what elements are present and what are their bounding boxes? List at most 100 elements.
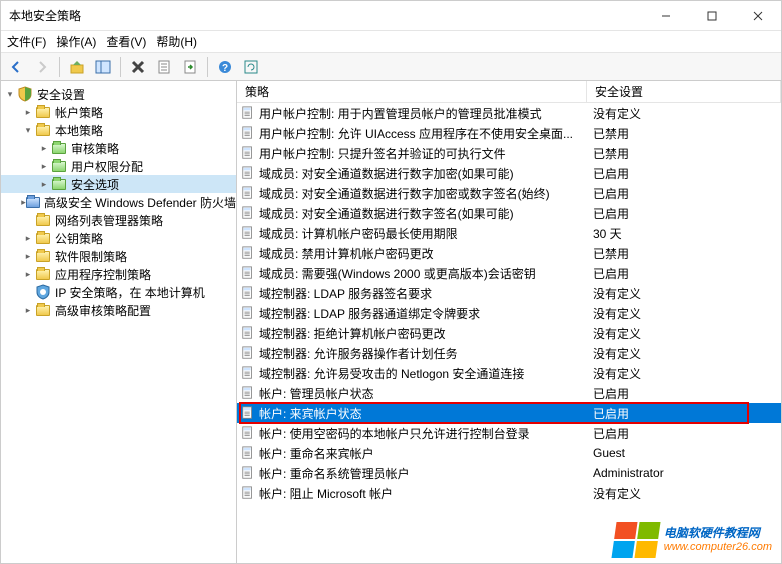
tree-item[interactable]: ▸安全选项 <box>1 175 236 193</box>
tree-item[interactable]: ▸高级审核策略配置 <box>1 301 236 319</box>
svg-text:?: ? <box>222 63 228 74</box>
policy-name: 帐户: 使用空密码的本地帐户只允许进行控制台登录 <box>259 425 530 442</box>
list-row[interactable]: 帐户: 管理员帐户状态 已启用 <box>237 383 781 403</box>
policy-icon <box>241 146 255 160</box>
folder-icon <box>35 104 51 120</box>
policy-icon <box>241 426 255 440</box>
watermark-url: www.computer26.com <box>664 540 772 554</box>
policy-icon <box>241 366 255 380</box>
twisty-icon[interactable]: ▾ <box>21 123 35 137</box>
policy-setting: 没有定义 <box>587 105 781 122</box>
column-policy[interactable]: 策略 <box>237 81 587 102</box>
export-button[interactable] <box>179 56 201 78</box>
tree-item[interactable]: ▸审核策略 <box>1 139 236 157</box>
back-button[interactable] <box>5 56 27 78</box>
watermark: 电脑软硬件教程网 www.computer26.com <box>614 522 772 558</box>
policy-name: 帐户: 管理员帐户状态 <box>259 385 374 402</box>
list-row[interactable]: 帐户: 来宾帐户状态已启用 <box>237 403 781 423</box>
twisty-icon[interactable]: ▸ <box>21 249 35 263</box>
tree-root-label: 安全设置 <box>37 86 85 103</box>
list-row[interactable]: 帐户: 阻止 Microsoft 帐户 没有定义 <box>237 483 781 503</box>
policy-name: 帐户: 阻止 Microsoft 帐户 <box>259 485 393 502</box>
window-title: 本地安全策略 <box>9 7 643 24</box>
minimize-button[interactable] <box>643 1 689 30</box>
list-row[interactable]: 域控制器: 允许服务器操作者计划任务没有定义 <box>237 343 781 363</box>
tree-item[interactable]: ▸应用程序控制策略 <box>1 265 236 283</box>
list-row[interactable]: 用户帐户控制: 允许 UIAccess 应用程序在不使用安全桌面...已禁用 <box>237 123 781 143</box>
tree-root[interactable]: ▾ 安全设置 <box>1 85 236 103</box>
tree-item-label: 软件限制策略 <box>55 248 127 265</box>
policy-setting: 已启用 <box>587 185 781 202</box>
column-setting[interactable]: 安全设置 <box>587 81 781 102</box>
tree-item[interactable]: IP 安全策略，在 本地计算机 <box>1 283 236 301</box>
list-row[interactable]: 帐户: 重命名来宾帐户Guest <box>237 443 781 463</box>
watermark-title: 电脑软硬件教程网 <box>664 526 772 540</box>
shield-icon <box>35 284 51 300</box>
twisty-icon[interactable]: ▸ <box>21 231 35 245</box>
refresh-button[interactable] <box>240 56 262 78</box>
policy-name: 用户帐户控制: 只提升签名并验证的可执行文件 <box>259 145 506 162</box>
show-hide-tree-button[interactable] <box>92 56 114 78</box>
list-row[interactable]: 用户帐户控制: 用于内置管理员帐户的管理员批准模式 没有定义 <box>237 103 781 123</box>
list-row[interactable]: 域控制器: LDAP 服务器签名要求没有定义 <box>237 283 781 303</box>
list-row[interactable]: 域成员: 禁用计算机帐户密码更改已禁用 <box>237 243 781 263</box>
tree-item[interactable]: 网络列表管理器策略 <box>1 211 236 229</box>
policy-setting: Guest <box>587 446 781 460</box>
folder-icon <box>26 194 40 210</box>
policy-name: 用户帐户控制: 用于内置管理员帐户的管理员批准模式 <box>259 105 542 122</box>
delete-button[interactable] <box>127 56 149 78</box>
menu-file[interactable]: 文件(F) <box>7 33 46 50</box>
properties-button[interactable] <box>153 56 175 78</box>
policy-setting: 已启用 <box>587 385 781 402</box>
list-row[interactable]: 域控制器: LDAP 服务器通道绑定令牌要求没有定义 <box>237 303 781 323</box>
tree-item[interactable]: ▸用户权限分配 <box>1 157 236 175</box>
list-row[interactable]: 帐户: 使用空密码的本地帐户只允许进行控制台登录已启用 <box>237 423 781 443</box>
twisty-icon[interactable]: ▸ <box>21 105 35 119</box>
folder-icon <box>35 122 51 138</box>
main-area: ▾ 安全设置 ▸ 帐户策略 ▾ 本地策略▸审核策略▸用户权限分配▸安全选项▸高级安全 … <box>1 81 781 563</box>
policy-name: 帐户: 来宾帐户状态 <box>259 405 362 422</box>
list-row[interactable]: 域成员: 计算机帐户密码最长使用期限30 天 <box>237 223 781 243</box>
tree-item[interactable]: ▸ 软件限制策略 <box>1 247 236 265</box>
tree-item-label: 帐户策略 <box>55 104 103 121</box>
policy-name: 域成员: 计算机帐户密码最长使用期限 <box>259 225 458 242</box>
twisty-icon[interactable]: ▸ <box>21 303 35 317</box>
tree-item[interactable]: ▸ 帐户策略 <box>1 103 236 121</box>
list-body[interactable]: 用户帐户控制: 用于内置管理员帐户的管理员批准模式没有定义用户帐户控制: 允许 … <box>237 103 781 563</box>
menu-view[interactable]: 查看(V) <box>106 33 146 50</box>
list-row[interactable]: 用户帐户控制: 只提升签名并验证的可执行文件已禁用 <box>237 143 781 163</box>
maximize-button[interactable] <box>689 1 735 30</box>
help-button[interactable]: ? <box>214 56 236 78</box>
tree-pane[interactable]: ▾ 安全设置 ▸ 帐户策略 ▾ 本地策略▸审核策略▸用户权限分配▸安全选项▸高级安全 … <box>1 81 237 563</box>
list-row[interactable]: 域控制器: 允许易受攻击的 Netlogon 安全通道连接没有定义 <box>237 363 781 383</box>
policy-setting: 没有定义 <box>587 285 781 302</box>
twisty-icon[interactable]: ▸ <box>37 141 51 155</box>
tree-item-label: 本地策略 <box>55 122 103 139</box>
list-row[interactable]: 帐户: 重命名系统管理员帐户Administrator <box>237 463 781 483</box>
policy-setting: 没有定义 <box>587 485 781 502</box>
tree-item[interactable]: ▸高级安全 Windows Defender 防火墙 <box>1 193 236 211</box>
policy-icon <box>241 166 255 180</box>
up-button[interactable] <box>66 56 88 78</box>
list-row[interactable]: 域成员: 对安全通道数据进行数字加密(如果可能)已启用 <box>237 163 781 183</box>
tree-item[interactable]: ▾ 本地策略 <box>1 121 236 139</box>
twisty-icon[interactable]: ▸ <box>37 177 51 191</box>
menu-bar: 文件(F) 操作(A) 查看(V) 帮助(H) <box>1 31 781 53</box>
list-row[interactable]: 域成员: 对安全通道数据进行数字加密或数字签名(始终)已启用 <box>237 183 781 203</box>
list-row[interactable]: 域控制器: 拒绝计算机帐户密码更改没有定义 <box>237 323 781 343</box>
list-row[interactable]: 域成员: 需要强(Windows 2000 或更高版本)会话密钥已启用 <box>237 263 781 283</box>
twisty-icon[interactable]: ▸ <box>21 267 35 281</box>
close-button[interactable] <box>735 1 781 30</box>
twisty-icon[interactable]: ▸ <box>37 159 51 173</box>
policy-icon <box>241 486 255 500</box>
list-row[interactable]: 域成员: 对安全通道数据进行数字签名(如果可能)已启用 <box>237 203 781 223</box>
list-pane: 策略 安全设置 用户帐户控制: 用于内置管理员帐户的管理员批准模式没有定义用户帐… <box>237 81 781 563</box>
menu-help[interactable]: 帮助(H) <box>156 33 197 50</box>
policy-icon <box>241 326 255 340</box>
forward-button[interactable] <box>31 56 53 78</box>
tree-item[interactable]: ▸公钥策略 <box>1 229 236 247</box>
folder-icon <box>51 158 67 174</box>
folder-icon <box>35 302 51 318</box>
twisty-icon[interactable]: ▾ <box>3 87 17 101</box>
menu-action[interactable]: 操作(A) <box>56 33 96 50</box>
